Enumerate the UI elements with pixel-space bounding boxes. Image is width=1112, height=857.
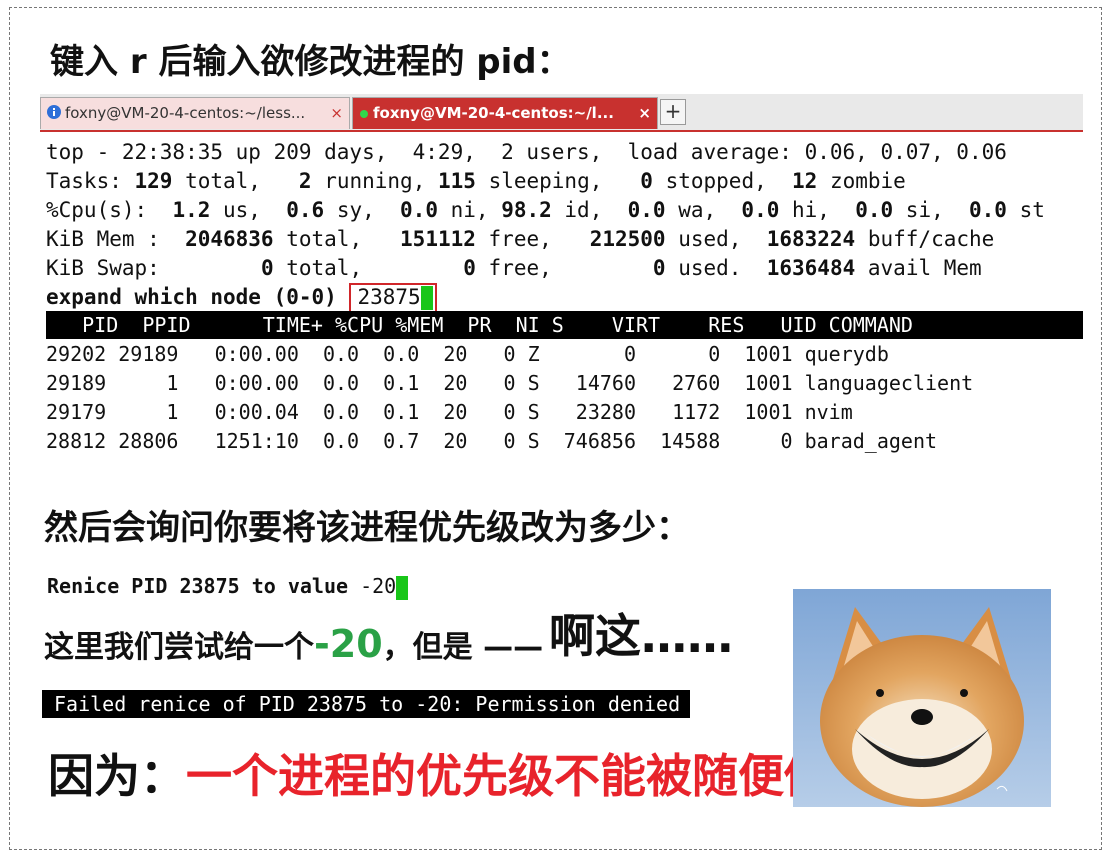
pid-input[interactable]: 23875	[349, 283, 437, 313]
cursor	[396, 575, 409, 600]
renice-input[interactable]: -20	[360, 574, 396, 598]
tab-label: foxny@VM-20-4-centos:~/l...	[373, 104, 614, 122]
close-icon[interactable]: ×	[638, 98, 651, 128]
tab-active[interactable]: foxny@VM-20-4-centos:~/l... ×	[352, 97, 658, 129]
uptime-line: top - 22:38:35 up 209 days, 4:29, 2 user…	[46, 140, 1007, 164]
process-table-header: PID PPID TIME+ %CPU %MEM PR NI S VIRT RE…	[46, 311, 1083, 339]
process-table: 29202 29189 0:00.00 0.0 0.0 20 0 Z 0 0 1…	[46, 340, 973, 456]
try-value: -20	[314, 622, 383, 666]
tab-less[interactable]: foxny@VM-20-4-centos:~/less... ×	[40, 97, 350, 129]
cpu-line: %Cpu(s): 1.2 us, 0.6 sy, 0.0 ni, 98.2 id…	[46, 198, 1045, 222]
shiba-meme-image	[793, 589, 1051, 807]
tab-label: foxny@VM-20-4-centos:~/less...	[65, 104, 306, 122]
aa-text: 啊这……	[549, 609, 733, 663]
conclusion-line: 因为：一个进程的优先级不能被随便修改	[48, 749, 876, 803]
new-tab-button[interactable]: +	[660, 99, 686, 125]
table-row: 28812 28806 1251:10 0.0 0.7 20 0 S 74685…	[46, 429, 938, 453]
mem-line: KiB Mem : 2046836 total, 151112 free, 21…	[46, 227, 995, 251]
green-dot-icon	[359, 99, 369, 129]
top-summary: top - 22:38:35 up 209 days, 4:29, 2 user…	[46, 138, 1045, 313]
terminal-window: foxny@VM-20-4-centos:~/less... × foxny@V…	[40, 94, 1083, 458]
table-row: 29179 1 0:00.04 0.0 0.1 20 0 S 23280 117…	[46, 400, 853, 424]
info-icon	[47, 99, 61, 129]
heading-mid: 然后会询问你要将该进程优先级改为多少：	[44, 508, 690, 548]
close-icon[interactable]: ×	[330, 98, 343, 128]
tasks-line: Tasks: 129 total, 2 running, 115 sleepin…	[46, 169, 906, 193]
prompt-line: expand which node (0-0) 23875	[46, 283, 1045, 313]
try-line: 这里我们尝试给一个-20，但是 ——	[44, 622, 544, 666]
cursor	[420, 286, 433, 310]
error-message: Failed renice of PID 23875 to -20: Permi…	[42, 690, 691, 718]
table-row: 29202 29189 0:00.00 0.0 0.0 20 0 Z 0 0 1…	[46, 342, 889, 366]
tab-bar: foxny@VM-20-4-centos:~/less... × foxny@V…	[40, 94, 1083, 132]
heading-top: 键入 r 后输入欲修改进程的 pid：	[50, 42, 571, 82]
table-row: 29189 1 0:00.00 0.0 0.1 20 0 S 14760 276…	[46, 371, 974, 395]
renice-prompt: Renice PID 23875 to value -20	[47, 572, 409, 600]
swap-line: KiB Swap: 0 total, 0 free, 0 used. 16364…	[46, 256, 982, 280]
